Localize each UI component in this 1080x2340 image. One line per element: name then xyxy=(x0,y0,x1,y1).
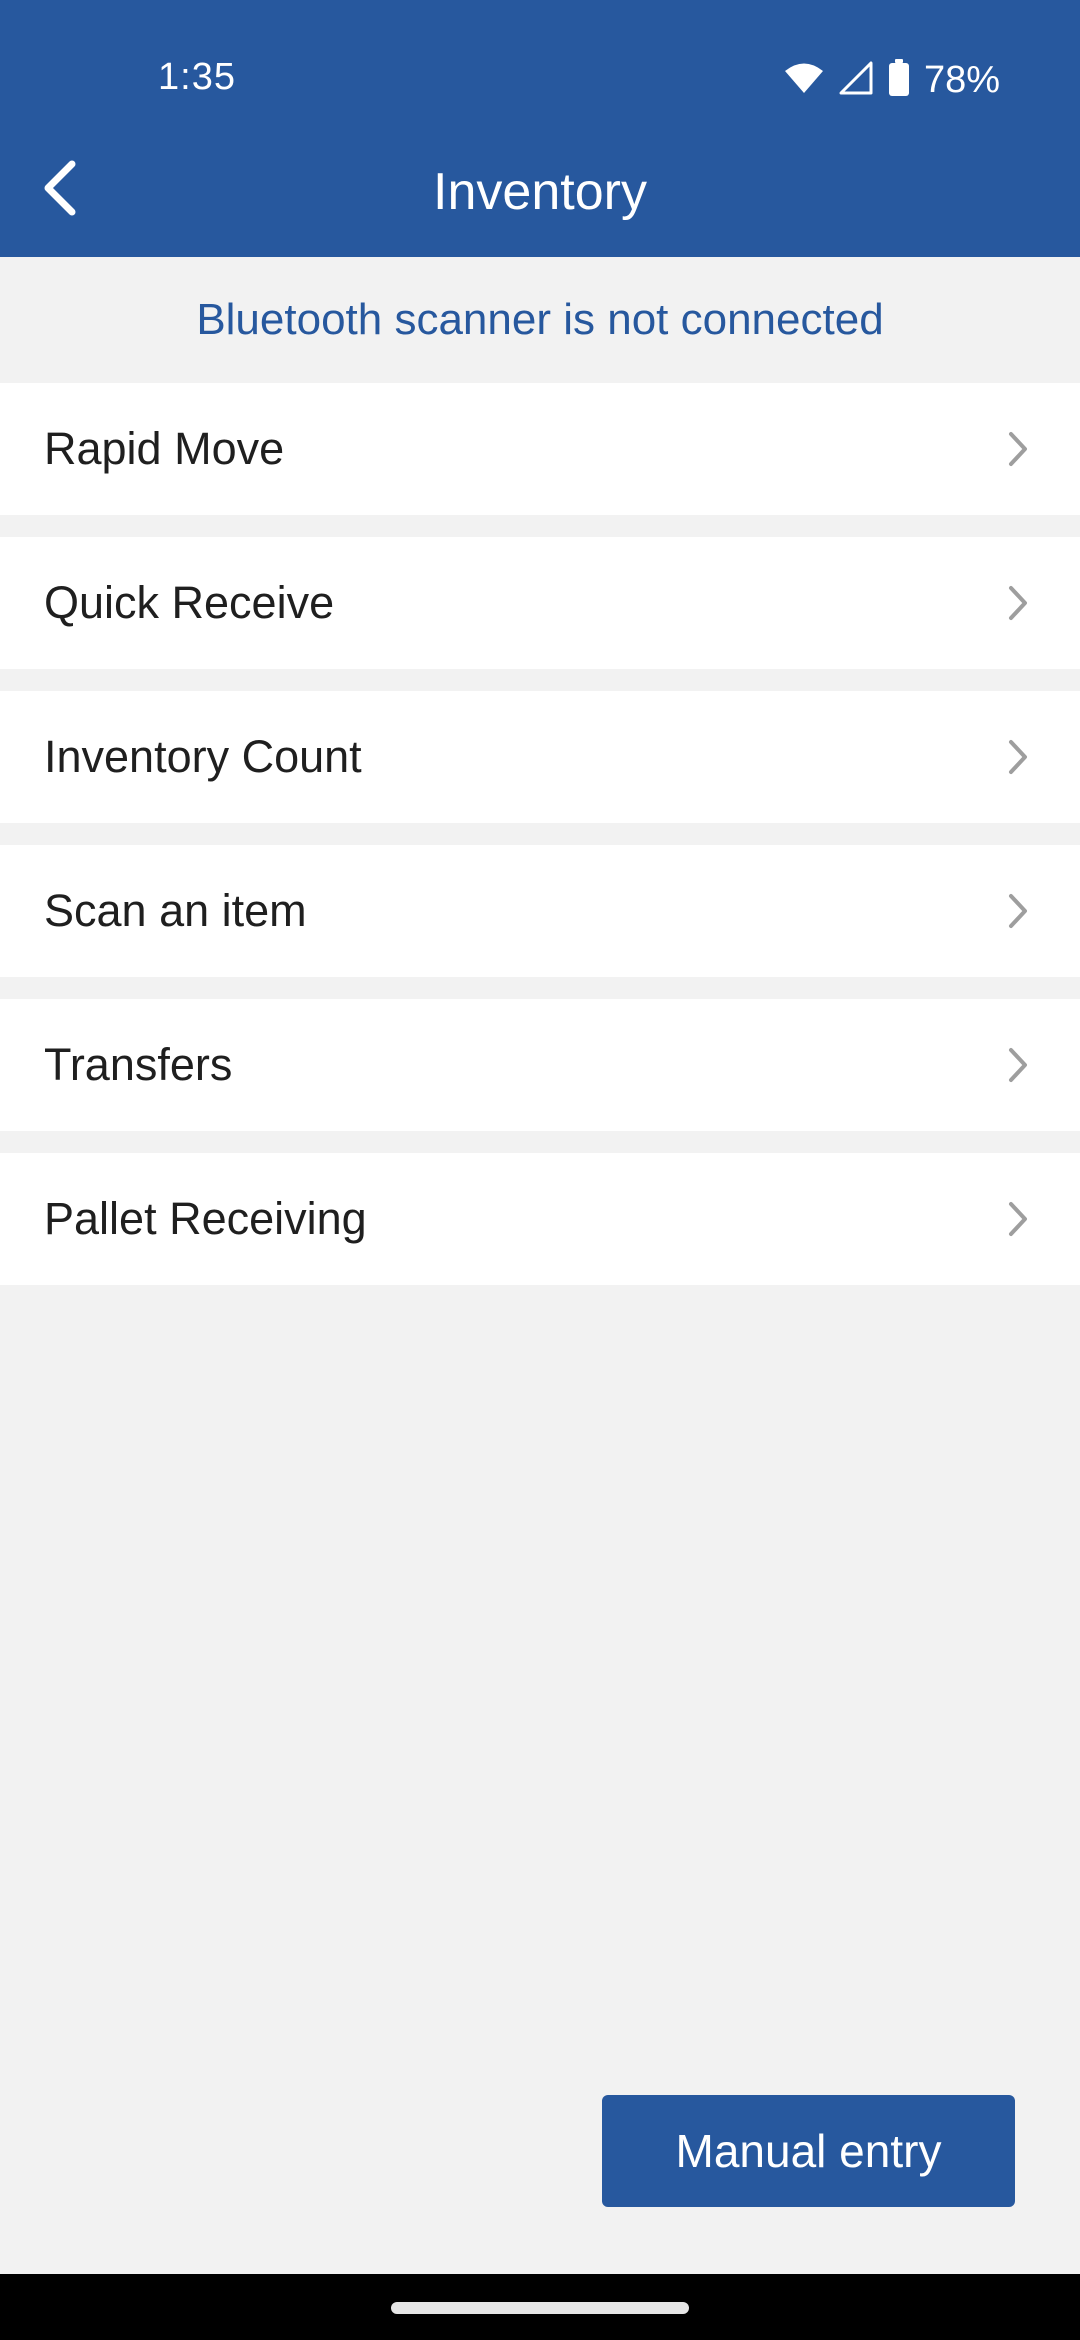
menu-item-scan-an-item[interactable]: Scan an item xyxy=(0,845,1080,977)
menu-item-label: Transfers xyxy=(44,1039,233,1090)
menu-item-rapid-move[interactable]: Rapid Move xyxy=(0,383,1080,515)
chevron-right-icon xyxy=(1000,1195,1036,1243)
battery-percentage: 78% xyxy=(923,58,1000,101)
scanner-status-banner: Bluetooth scanner is not connected xyxy=(196,295,884,344)
wifi-icon xyxy=(784,62,824,99)
menu-item-label: Scan an item xyxy=(44,885,307,936)
menu-item-label: Quick Receive xyxy=(44,577,335,628)
menu-item-pallet-receiving[interactable]: Pallet Receiving xyxy=(0,1153,1080,1285)
battery-icon xyxy=(888,58,910,102)
menu-item-inventory-count[interactable]: Inventory Count xyxy=(0,691,1080,823)
manual-entry-button[interactable]: Manual entry xyxy=(602,2095,1015,2207)
chevron-right-icon xyxy=(1000,1041,1036,1089)
menu-list: Rapid Move Quick Receive Inventory Count… xyxy=(0,383,1080,1307)
inventory-screen: 1:35 78% Inventory Bluetooth scanner is … xyxy=(0,0,1080,2340)
menu-item-quick-receive[interactable]: Quick Receive xyxy=(0,537,1080,669)
menu-item-label: Pallet Receiving xyxy=(44,1193,367,1244)
menu-item-label: Rapid Move xyxy=(44,423,285,474)
chevron-right-icon xyxy=(1000,887,1036,935)
menu-item-transfers[interactable]: Transfers xyxy=(0,999,1080,1131)
status-time: 1:35 xyxy=(158,56,236,98)
home-indicator[interactable] xyxy=(391,2302,689,2314)
page-title: Inventory xyxy=(433,163,647,221)
cellular-signal-icon xyxy=(838,61,874,100)
chevron-right-icon xyxy=(1000,579,1036,627)
chevron-right-icon xyxy=(1000,733,1036,781)
status-icons: 78% xyxy=(784,56,1000,104)
system-nav-bar xyxy=(0,2274,1080,2340)
header: 1:35 78% Inventory xyxy=(0,0,1080,257)
chevron-right-icon xyxy=(1000,425,1036,473)
menu-item-label: Inventory Count xyxy=(44,731,362,782)
